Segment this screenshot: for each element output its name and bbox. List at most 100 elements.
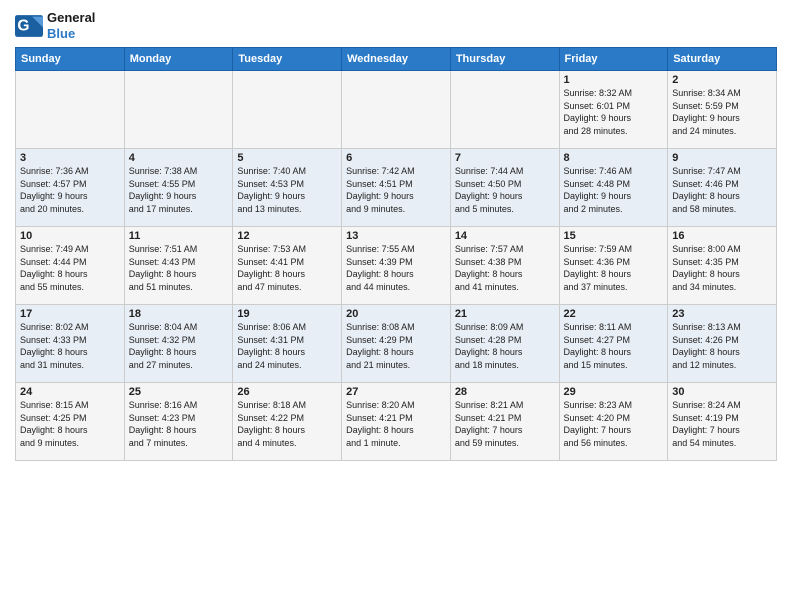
day-info: Sunrise: 8:13 AM Sunset: 4:26 PM Dayligh… — [672, 321, 772, 371]
day-number: 20 — [346, 308, 446, 320]
weekday-header-wednesday: Wednesday — [342, 48, 451, 71]
calendar-cell: 13Sunrise: 7:55 AM Sunset: 4:39 PM Dayli… — [342, 227, 451, 305]
weekday-header-tuesday: Tuesday — [233, 48, 342, 71]
calendar-cell: 23Sunrise: 8:13 AM Sunset: 4:26 PM Dayli… — [668, 305, 777, 383]
week-row-2: 10Sunrise: 7:49 AM Sunset: 4:44 PM Dayli… — [16, 227, 777, 305]
calendar-cell: 16Sunrise: 8:00 AM Sunset: 4:35 PM Dayli… — [668, 227, 777, 305]
day-number: 13 — [346, 230, 446, 242]
day-number: 26 — [237, 386, 337, 398]
weekday-header-saturday: Saturday — [668, 48, 777, 71]
svg-text:G: G — [17, 17, 29, 34]
calendar-cell — [233, 71, 342, 149]
day-info: Sunrise: 7:49 AM Sunset: 4:44 PM Dayligh… — [20, 243, 120, 293]
calendar-cell: 7Sunrise: 7:44 AM Sunset: 4:50 PM Daylig… — [450, 149, 559, 227]
calendar-table: SundayMondayTuesdayWednesdayThursdayFrid… — [15, 47, 777, 461]
day-number: 9 — [672, 152, 772, 164]
calendar-cell: 10Sunrise: 7:49 AM Sunset: 4:44 PM Dayli… — [16, 227, 125, 305]
day-info: Sunrise: 7:44 AM Sunset: 4:50 PM Dayligh… — [455, 165, 555, 215]
day-info: Sunrise: 8:11 AM Sunset: 4:27 PM Dayligh… — [564, 321, 664, 371]
calendar-cell: 8Sunrise: 7:46 AM Sunset: 4:48 PM Daylig… — [559, 149, 668, 227]
calendar-cell — [450, 71, 559, 149]
calendar-cell: 18Sunrise: 8:04 AM Sunset: 4:32 PM Dayli… — [124, 305, 233, 383]
calendar-cell: 19Sunrise: 8:06 AM Sunset: 4:31 PM Dayli… — [233, 305, 342, 383]
header: G GeneralBlue — [15, 10, 777, 41]
calendar-cell — [124, 71, 233, 149]
day-number: 16 — [672, 230, 772, 242]
day-number: 21 — [455, 308, 555, 320]
day-info: Sunrise: 8:04 AM Sunset: 4:32 PM Dayligh… — [129, 321, 229, 371]
day-number: 10 — [20, 230, 120, 242]
calendar-cell: 17Sunrise: 8:02 AM Sunset: 4:33 PM Dayli… — [16, 305, 125, 383]
day-info: Sunrise: 7:40 AM Sunset: 4:53 PM Dayligh… — [237, 165, 337, 215]
day-number: 5 — [237, 152, 337, 164]
week-row-0: 1Sunrise: 8:32 AM Sunset: 6:01 PM Daylig… — [16, 71, 777, 149]
day-info: Sunrise: 8:09 AM Sunset: 4:28 PM Dayligh… — [455, 321, 555, 371]
calendar-cell: 12Sunrise: 7:53 AM Sunset: 4:41 PM Dayli… — [233, 227, 342, 305]
day-info: Sunrise: 7:53 AM Sunset: 4:41 PM Dayligh… — [237, 243, 337, 293]
day-number: 11 — [129, 230, 229, 242]
weekday-header-thursday: Thursday — [450, 48, 559, 71]
day-info: Sunrise: 8:32 AM Sunset: 6:01 PM Dayligh… — [564, 87, 664, 137]
day-info: Sunrise: 8:00 AM Sunset: 4:35 PM Dayligh… — [672, 243, 772, 293]
calendar-cell: 21Sunrise: 8:09 AM Sunset: 4:28 PM Dayli… — [450, 305, 559, 383]
calendar-cell: 25Sunrise: 8:16 AM Sunset: 4:23 PM Dayli… — [124, 383, 233, 461]
week-row-3: 17Sunrise: 8:02 AM Sunset: 4:33 PM Dayli… — [16, 305, 777, 383]
day-number: 28 — [455, 386, 555, 398]
day-info: Sunrise: 8:18 AM Sunset: 4:22 PM Dayligh… — [237, 399, 337, 449]
day-number: 14 — [455, 230, 555, 242]
calendar-cell: 28Sunrise: 8:21 AM Sunset: 4:21 PM Dayli… — [450, 383, 559, 461]
day-info: Sunrise: 8:21 AM Sunset: 4:21 PM Dayligh… — [455, 399, 555, 449]
day-info: Sunrise: 7:59 AM Sunset: 4:36 PM Dayligh… — [564, 243, 664, 293]
calendar-cell: 14Sunrise: 7:57 AM Sunset: 4:38 PM Dayli… — [450, 227, 559, 305]
logo-text: GeneralBlue — [47, 10, 95, 41]
day-number: 27 — [346, 386, 446, 398]
day-info: Sunrise: 8:34 AM Sunset: 5:59 PM Dayligh… — [672, 87, 772, 137]
calendar-cell: 2Sunrise: 8:34 AM Sunset: 5:59 PM Daylig… — [668, 71, 777, 149]
calendar-cell — [16, 71, 125, 149]
day-info: Sunrise: 8:06 AM Sunset: 4:31 PM Dayligh… — [237, 321, 337, 371]
calendar-cell: 22Sunrise: 8:11 AM Sunset: 4:27 PM Dayli… — [559, 305, 668, 383]
calendar-cell — [342, 71, 451, 149]
calendar-cell: 27Sunrise: 8:20 AM Sunset: 4:21 PM Dayli… — [342, 383, 451, 461]
day-info: Sunrise: 7:36 AM Sunset: 4:57 PM Dayligh… — [20, 165, 120, 215]
day-info: Sunrise: 7:51 AM Sunset: 4:43 PM Dayligh… — [129, 243, 229, 293]
day-number: 25 — [129, 386, 229, 398]
day-number: 4 — [129, 152, 229, 164]
calendar-cell: 24Sunrise: 8:15 AM Sunset: 4:25 PM Dayli… — [16, 383, 125, 461]
day-info: Sunrise: 7:47 AM Sunset: 4:46 PM Dayligh… — [672, 165, 772, 215]
day-info: Sunrise: 7:38 AM Sunset: 4:55 PM Dayligh… — [129, 165, 229, 215]
day-number: 12 — [237, 230, 337, 242]
calendar-cell: 20Sunrise: 8:08 AM Sunset: 4:29 PM Dayli… — [342, 305, 451, 383]
week-row-4: 24Sunrise: 8:15 AM Sunset: 4:25 PM Dayli… — [16, 383, 777, 461]
calendar-cell: 29Sunrise: 8:23 AM Sunset: 4:20 PM Dayli… — [559, 383, 668, 461]
day-info: Sunrise: 7:42 AM Sunset: 4:51 PM Dayligh… — [346, 165, 446, 215]
day-number: 17 — [20, 308, 120, 320]
day-info: Sunrise: 7:55 AM Sunset: 4:39 PM Dayligh… — [346, 243, 446, 293]
logo: G GeneralBlue — [15, 10, 95, 41]
day-info: Sunrise: 8:24 AM Sunset: 4:19 PM Dayligh… — [672, 399, 772, 449]
day-info: Sunrise: 8:23 AM Sunset: 4:20 PM Dayligh… — [564, 399, 664, 449]
day-number: 2 — [672, 74, 772, 86]
calendar-cell: 30Sunrise: 8:24 AM Sunset: 4:19 PM Dayli… — [668, 383, 777, 461]
logo-icon: G — [15, 15, 43, 37]
page-container: G GeneralBlue SundayMondayTuesdayWednesd… — [0, 0, 792, 466]
weekday-header-friday: Friday — [559, 48, 668, 71]
day-number: 23 — [672, 308, 772, 320]
day-info: Sunrise: 8:16 AM Sunset: 4:23 PM Dayligh… — [129, 399, 229, 449]
day-number: 6 — [346, 152, 446, 164]
day-number: 1 — [564, 74, 664, 86]
calendar-cell: 26Sunrise: 8:18 AM Sunset: 4:22 PM Dayli… — [233, 383, 342, 461]
calendar-cell: 9Sunrise: 7:47 AM Sunset: 4:46 PM Daylig… — [668, 149, 777, 227]
calendar-cell: 11Sunrise: 7:51 AM Sunset: 4:43 PM Dayli… — [124, 227, 233, 305]
day-number: 18 — [129, 308, 229, 320]
day-number: 8 — [564, 152, 664, 164]
day-info: Sunrise: 8:02 AM Sunset: 4:33 PM Dayligh… — [20, 321, 120, 371]
day-number: 19 — [237, 308, 337, 320]
day-info: Sunrise: 7:46 AM Sunset: 4:48 PM Dayligh… — [564, 165, 664, 215]
day-info: Sunrise: 8:08 AM Sunset: 4:29 PM Dayligh… — [346, 321, 446, 371]
day-number: 3 — [20, 152, 120, 164]
weekday-header-row: SundayMondayTuesdayWednesdayThursdayFrid… — [16, 48, 777, 71]
day-number: 30 — [672, 386, 772, 398]
calendar-cell: 4Sunrise: 7:38 AM Sunset: 4:55 PM Daylig… — [124, 149, 233, 227]
calendar-cell: 5Sunrise: 7:40 AM Sunset: 4:53 PM Daylig… — [233, 149, 342, 227]
